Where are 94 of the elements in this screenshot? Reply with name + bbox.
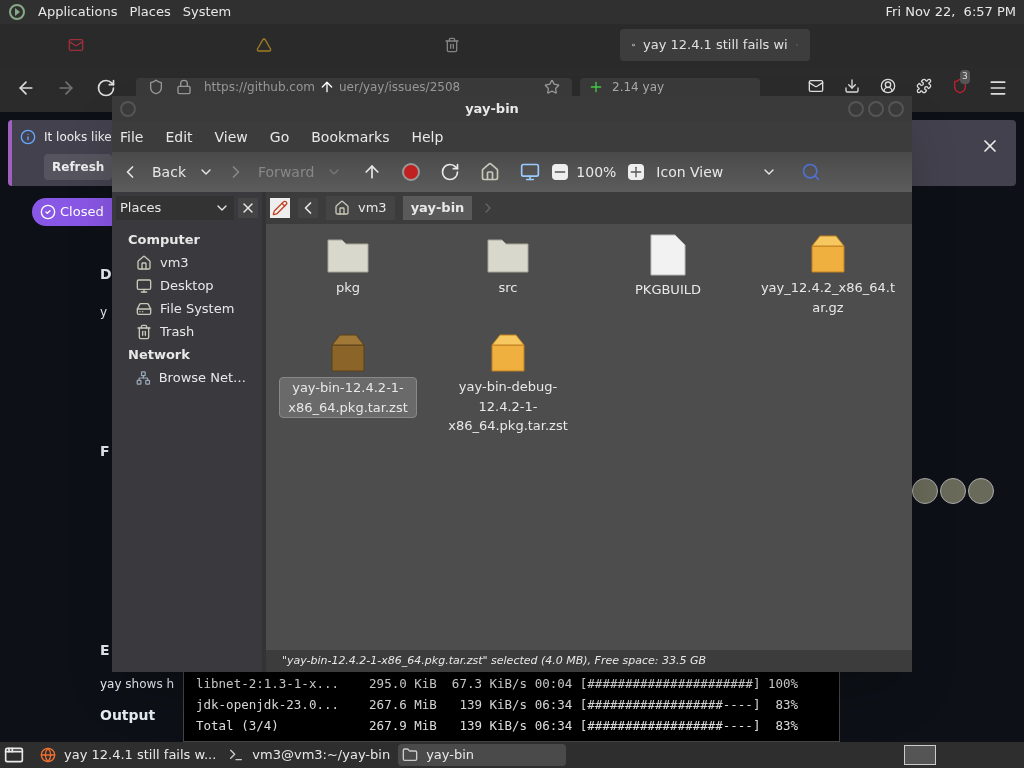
terminal-line: jdk-openjdk-23.0... 267.6 MiB 139 KiB/s 06:34 [##################----] 83% bbox=[196, 696, 799, 714]
logo-icon bbox=[8, 3, 26, 21]
menu-item[interactable]: Edit bbox=[165, 126, 193, 148]
panel-menu[interactable]: Places bbox=[129, 2, 171, 22]
plus-icon bbox=[588, 79, 604, 95]
place-item[interactable]: Browse Net… bbox=[128, 366, 246, 389]
search-field[interactable]: 2.14 yay bbox=[580, 78, 760, 96]
zoom-in-icon[interactable] bbox=[628, 164, 645, 180]
back-button[interactable]: Back bbox=[120, 161, 186, 183]
account-icon[interactable] bbox=[880, 78, 896, 94]
info-icon bbox=[20, 129, 36, 145]
menu-item[interactable]: View bbox=[214, 126, 248, 148]
notification-text: It looks like bbox=[44, 129, 112, 146]
menu-item[interactable]: Go bbox=[269, 126, 290, 148]
reload-icon[interactable] bbox=[440, 162, 461, 182]
home-folder-icon bbox=[136, 254, 152, 271]
panel-menu[interactable]: System bbox=[182, 2, 232, 22]
shield-icon bbox=[148, 79, 164, 95]
file-name[interactable]: pkg bbox=[278, 278, 418, 298]
taskbar-button[interactable]: vm3@vm3:~/yay-bin bbox=[224, 744, 395, 766]
stop-icon[interactable] bbox=[402, 163, 421, 181]
window-title: yay-bin bbox=[464, 100, 520, 119]
mail-icon bbox=[68, 37, 84, 53]
file-name[interactable]: yay-bin-12.4.2-1-x86_64.pkg.tar.zst bbox=[279, 377, 417, 418]
workspace-switcher[interactable] bbox=[904, 745, 936, 765]
edit-icon[interactable] bbox=[270, 198, 290, 218]
url-field[interactable]: https://github.com uer/yay/issues/2508 bbox=[136, 78, 572, 96]
tab-title: yay 12.4.1 still fails wi bbox=[643, 36, 788, 55]
desktop-icon bbox=[136, 277, 152, 294]
drive-icon bbox=[136, 300, 152, 317]
places-dropdown[interactable]: Places bbox=[116, 196, 234, 220]
page-text: y bbox=[100, 304, 108, 321]
lock-icon bbox=[176, 79, 192, 95]
avatar bbox=[940, 478, 966, 504]
refresh-button[interactable]: Refresh bbox=[44, 154, 113, 180]
check-icon bbox=[40, 204, 56, 220]
place-item[interactable]: Trash bbox=[128, 320, 246, 343]
file-name[interactable]: PKGBUILD bbox=[598, 280, 738, 300]
star-icon[interactable] bbox=[544, 79, 560, 95]
page-text: yay shows h bbox=[100, 676, 175, 693]
url-text: https://github.com bbox=[204, 79, 315, 96]
terminal-line: libnet-2:1.3-1-x... 295.0 KiB 67.3 KiB/s 00:04 [######################] 100% bbox=[196, 675, 799, 693]
clock: Fri Nov 22, 6:57 PM bbox=[885, 3, 1016, 22]
taskbar-button[interactable]: yay-bin bbox=[398, 744, 567, 766]
browser-icon bbox=[40, 747, 56, 763]
menu-item[interactable]: File bbox=[120, 126, 144, 148]
place-item[interactable]: vm3 bbox=[128, 251, 246, 274]
file-name[interactable]: yay_12.4.2_x86_64.tar.gz bbox=[758, 278, 898, 317]
trash-icon bbox=[444, 37, 460, 53]
folder-icon bbox=[402, 747, 419, 763]
terminal-icon bbox=[228, 747, 245, 763]
page-text: F bbox=[100, 442, 110, 461]
computer-icon[interactable] bbox=[520, 162, 541, 182]
menu-item[interactable]: Bookmarks bbox=[311, 126, 390, 148]
path-crumb[interactable]: vm3 bbox=[326, 196, 395, 220]
menu-icon[interactable] bbox=[988, 78, 1008, 98]
browser-tab[interactable]: yay 12.4.1 still fails wi bbox=[620, 29, 810, 61]
zoom-level: 100% bbox=[576, 162, 617, 182]
page-text: E bbox=[100, 641, 110, 660]
reload-icon[interactable] bbox=[96, 78, 116, 98]
terminal-line: Total (3/4) 267.9 MiB 139 KiB/s 06:34 [##################----] 83% bbox=[196, 717, 799, 735]
trash-icon bbox=[136, 323, 152, 340]
section-heading: Network bbox=[128, 346, 191, 364]
page-text: Output bbox=[100, 706, 156, 725]
file-name[interactable]: yay-bin-debug-12.4.2-1-x86_64.pkg.tar.zst bbox=[438, 377, 578, 436]
home-folder-icon bbox=[334, 200, 350, 216]
path-crumb[interactable]: yay-bin bbox=[402, 196, 473, 220]
page-text: D bbox=[100, 265, 112, 284]
place-item[interactable]: File System bbox=[128, 297, 246, 320]
menu-item[interactable]: Help bbox=[411, 126, 444, 148]
box-icon bbox=[490, 333, 526, 373]
extension-badge: 3 bbox=[960, 70, 970, 84]
extensions-icon[interactable] bbox=[916, 78, 932, 94]
place-item[interactable]: Desktop bbox=[128, 274, 246, 297]
download-icon[interactable] bbox=[844, 78, 860, 94]
avatar bbox=[968, 478, 994, 504]
show-desktop-icon[interactable] bbox=[4, 745, 24, 765]
network-icon bbox=[136, 369, 151, 386]
url-text: uer/yay/issues/2508 bbox=[338, 79, 461, 96]
view-dropdown[interactable]: Icon View bbox=[656, 161, 778, 183]
mail-icon[interactable] bbox=[808, 78, 824, 94]
avatar bbox=[912, 478, 938, 504]
triangle-icon bbox=[256, 37, 272, 53]
taskbar-button[interactable]: yay 12.4.1 still fails w... bbox=[36, 744, 221, 766]
document-icon bbox=[650, 234, 686, 276]
status-text: "yay-bin-12.4.2-1-x86_64.pkg.tar.zst" selected (4.0 MB), Free space: 33.5 GB bbox=[282, 652, 706, 669]
box-icon bbox=[810, 234, 846, 274]
search-text: 2.14 yay bbox=[612, 79, 665, 96]
panel-menu[interactable]: Applications bbox=[38, 2, 118, 22]
zoom-out-icon[interactable] bbox=[552, 164, 569, 180]
box-icon bbox=[330, 333, 366, 373]
home-icon[interactable] bbox=[480, 162, 501, 182]
section-heading: Computer bbox=[128, 231, 202, 249]
file-name[interactable]: src bbox=[438, 278, 578, 298]
